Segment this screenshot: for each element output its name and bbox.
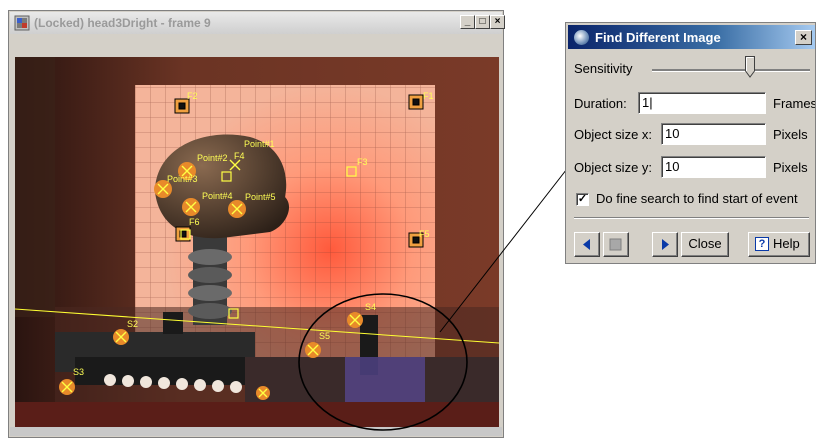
help-button[interactable]: ? Help <box>748 232 810 257</box>
object-size-y-input[interactable]: 10 <box>661 156 766 178</box>
duration-unit: Frames <box>773 96 816 111</box>
object-size-x-input[interactable]: 10 <box>661 123 766 145</box>
stop-icon <box>609 238 622 251</box>
dialog-titlebar[interactable]: Find Different Image × <box>568 25 815 49</box>
object-size-x-label: Object size x: <box>574 127 653 142</box>
object-size-x-unit: Pixels <box>773 127 808 142</box>
leader-line <box>439 155 578 333</box>
dialog-close-button[interactable]: × <box>795 30 812 45</box>
close-dialog-button[interactable]: Close <box>681 232 729 257</box>
fine-search-checkbox[interactable]: ✓ <box>576 193 589 206</box>
previous-button[interactable] <box>574 232 600 257</box>
stop-button[interactable] <box>603 232 629 257</box>
object-size-y-label: Object size y: <box>574 160 653 175</box>
next-button[interactable] <box>652 232 678 257</box>
triangle-left-icon <box>583 239 590 250</box>
dialog-separator <box>574 217 809 219</box>
help-button-label: Help <box>773 236 800 251</box>
duration-input[interactable]: 1| <box>638 92 766 114</box>
dialog-title: Find Different Image <box>595 30 721 45</box>
triangle-right-icon <box>662 239 669 250</box>
object-size-y-unit: Pixels <box>773 160 808 175</box>
find-different-image-dialog: Find Different Image × Sensitivity Durat… <box>565 22 816 264</box>
fine-search-label: Do fine search to find start of event <box>596 191 798 206</box>
duration-label: Duration: <box>574 96 627 111</box>
globe-icon <box>574 30 589 45</box>
sensitivity-slider-thumb[interactable] <box>744 56 755 78</box>
sensitivity-label: Sensitivity <box>574 61 633 76</box>
highlight-ellipse <box>298 293 468 431</box>
close-button-label: Close <box>688 236 722 251</box>
help-icon: ? <box>755 237 769 251</box>
sensitivity-slider-track[interactable] <box>652 69 810 72</box>
